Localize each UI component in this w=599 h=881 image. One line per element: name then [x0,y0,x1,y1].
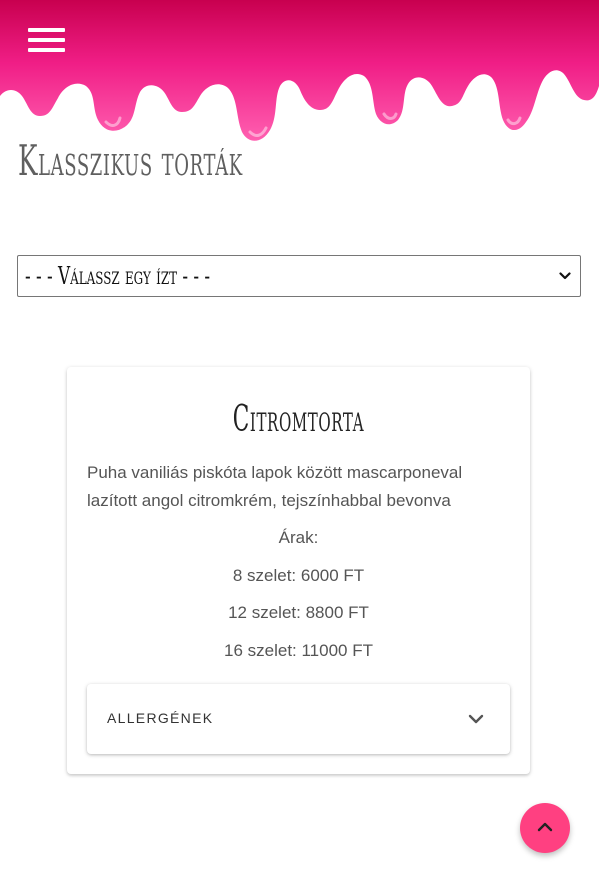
chevron-down-icon [468,714,484,724]
allergens-accordion[interactable]: ALLERGÉNEK [87,684,510,754]
cake-title-text: Citromtorta [232,399,365,440]
pink-drip-header-decoration [0,0,599,141]
prices-label: Árak: [278,528,319,547]
flavor-select[interactable]: - - - Válassz egy ízt - - - [17,255,581,297]
chevron-down-icon [559,272,571,280]
page-title: Klasszikus torták [18,136,243,185]
price-line-16: 16 szelet: 11000 FT [224,641,373,660]
page: Klasszikus torták - - - Válassz egy ízt … [0,0,599,881]
allergens-label: ALLERGÉNEK [107,710,214,726]
flavor-select-value: - - - Válassz egy ízt - - - [25,262,211,290]
scroll-to-top-button[interactable] [520,803,570,853]
cake-description: Puha vaniliás piskóta lapok között masca… [87,463,463,510]
price-line-8: 8 szelet: 6000 FT [232,566,365,585]
hamburger-menu-button[interactable] [26,24,68,56]
price-line-12: 12 szelet: 8800 FT [228,603,369,622]
chevron-up-icon [537,822,553,832]
cake-card: Citromtorta Puha vaniliás piskóta lapok … [67,367,530,774]
cake-title: Citromtorta [67,399,530,440]
